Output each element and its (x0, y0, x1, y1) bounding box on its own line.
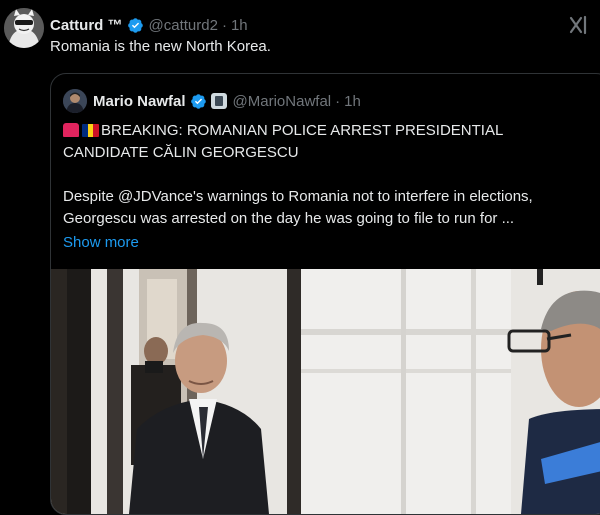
quote-body-2: Georgescu was arrested on the day he was… (63, 210, 515, 227)
quote-tweet-card[interactable]: Mario Nawfal @MarioNawfal · 1h BREAKING:… (50, 73, 600, 515)
avatar[interactable] (4, 8, 44, 48)
separator-dot: · (221, 16, 227, 34)
verified-badge-icon (127, 17, 143, 33)
quote-avatar[interactable] (63, 89, 87, 113)
verified-badge-icon (190, 93, 206, 109)
siren-icon (63, 123, 79, 137)
romania-flag-icon (82, 123, 99, 137)
timestamp[interactable]: 1h (231, 17, 248, 34)
news-photo (51, 269, 600, 514)
author-name[interactable]: Catturd ™ (50, 17, 123, 34)
avatar-cartoon (4, 8, 44, 48)
quote-timestamp: 1h (344, 92, 361, 110)
quote-headline-1: BREAKING: ROMANIAN POLICE ARREST PRESIDE… (101, 122, 504, 139)
tweet-header: Catturd ™ @catturd2 · 1h (50, 14, 248, 36)
quote-author-handle[interactable]: @MarioNawfal (233, 93, 332, 110)
emoji-group (63, 123, 99, 137)
affiliate-badge-icon[interactable] (210, 93, 227, 109)
quote-header: Mario Nawfal @MarioNawfal · 1h (63, 89, 361, 113)
quote-headline-2: CANDIDATE CĂLIN GEORGESCU (63, 144, 299, 161)
quote-headline-line-1: BREAKING: ROMANIAN POLICE ARREST PRESIDE… (63, 120, 600, 142)
separator-dot: · (335, 92, 341, 110)
quote-body-1: Despite @JDVance's warnings to Romania n… (63, 188, 533, 205)
show-more-link[interactable]: Show more (63, 232, 600, 254)
tweet-text: Romania is the new North Korea. (50, 38, 271, 55)
quote-text: BREAKING: ROMANIAN POLICE ARREST PRESIDE… (63, 120, 600, 254)
quote-avatar-photo (63, 89, 87, 113)
quote-author-name[interactable]: Mario Nawfal (93, 93, 186, 110)
grok-icon[interactable] (568, 14, 590, 36)
quote-media-image[interactable] (51, 269, 600, 514)
author-handle[interactable]: @catturd2 (149, 17, 218, 34)
